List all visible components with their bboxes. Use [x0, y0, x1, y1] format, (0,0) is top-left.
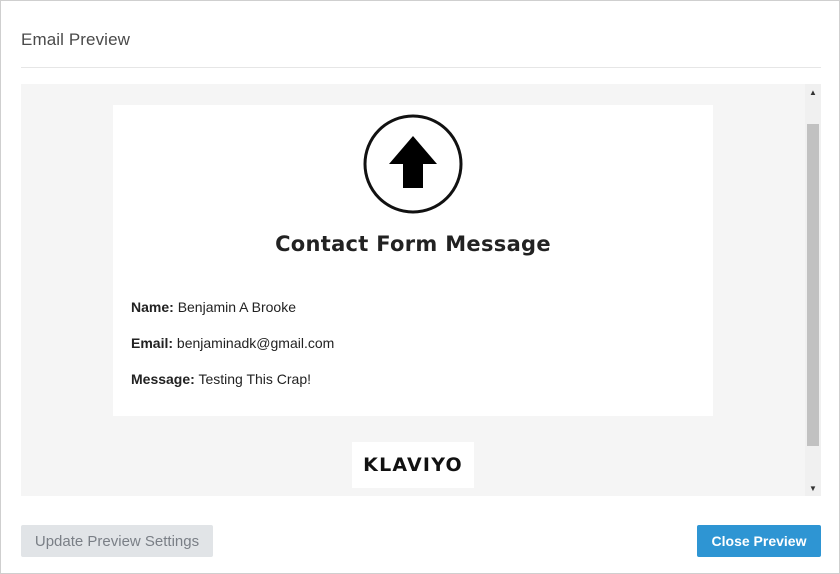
modal-title: Email Preview: [21, 30, 130, 49]
title-divider: [21, 67, 821, 68]
field-email-value: benjaminadk@gmail.com: [176, 335, 335, 351]
field-message-value: Testing This Crap!: [198, 371, 312, 387]
scroll-down-icon[interactable]: ▼: [805, 480, 821, 496]
up-arrow-circle-icon: [363, 114, 463, 214]
preview-scrollbar[interactable]: ▲ ▼: [805, 84, 821, 496]
field-message: Message: Testing This Crap!: [131, 371, 311, 387]
email-card: Contact Form Message Name: Benjamin A Br…: [113, 105, 713, 416]
field-message-label: Message:: [131, 371, 195, 387]
email-preview-frame[interactable]: Contact Form Message Name: Benjamin A Br…: [21, 84, 821, 496]
email-preview-modal: Email Preview Contact Form Message Name:…: [0, 0, 840, 574]
scroll-thumb[interactable]: [807, 124, 819, 446]
field-name: Name: Benjamin A Brooke: [131, 299, 296, 315]
field-name-value: Benjamin A Brooke: [177, 299, 296, 315]
klaviyo-footer-logo: KLAVIYO: [352, 442, 474, 488]
scroll-up-icon[interactable]: ▲: [805, 84, 821, 100]
field-email-label: Email:: [131, 335, 174, 351]
field-email: Email: benjaminadk@gmail.com: [131, 335, 334, 351]
field-name-label: Name:: [131, 299, 174, 315]
close-preview-button[interactable]: Close Preview: [697, 525, 821, 557]
email-heading: Contact Form Message: [275, 232, 551, 256]
update-preview-settings-button[interactable]: Update Preview Settings: [21, 525, 213, 557]
